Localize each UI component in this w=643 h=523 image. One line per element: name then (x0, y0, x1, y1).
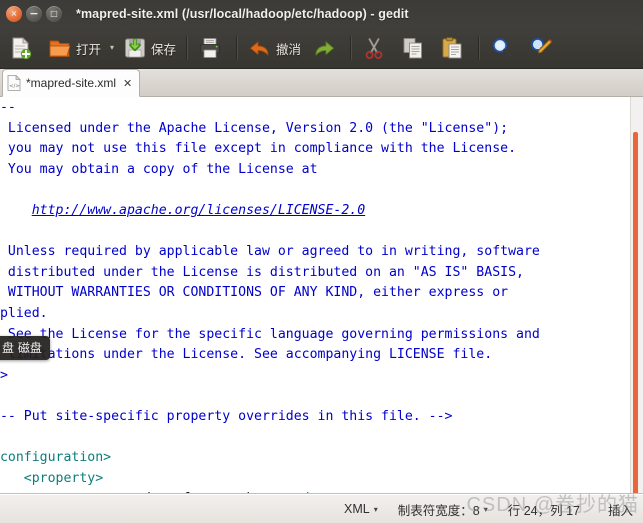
paste-button[interactable] (435, 31, 473, 65)
tab-width-chevron-down-icon: ▾ (483, 504, 488, 514)
code-line: You may obtain a copy of the License at (0, 160, 643, 181)
open-label: 打开 (76, 42, 102, 57)
title-bar: × − □ *mapred-site.xml (/usr/local/hadoo… (0, 0, 643, 28)
minimize-window-button[interactable]: − (26, 6, 42, 22)
code-line: http://www.apache.org/licenses/LICENSE-2… (0, 201, 643, 222)
code-segment: distributed under the License is distrib… (0, 264, 524, 280)
xml-file-icon: </> (7, 75, 21, 91)
code-line: Licensed under the Apache License, Versi… (0, 119, 643, 140)
code-segment: Unless required by applicable law or agr… (0, 244, 540, 260)
disk-tooltip: 盘 磁盘 (0, 336, 50, 360)
printer-icon (200, 38, 220, 58)
code-segment: -> (0, 367, 8, 383)
code-segment: You may obtain a copy of the License at (0, 161, 318, 177)
new-document-button[interactable] (4, 31, 42, 65)
tab-width-label: 制表符宽度：8 (397, 503, 480, 518)
code-segment: Licensed under the Apache License, Versi… (0, 120, 509, 136)
code-segment: <property> (0, 470, 104, 486)
window-controls: × − □ (0, 6, 62, 22)
close-window-button[interactable]: × (6, 6, 22, 22)
redo-arrow-icon (315, 41, 335, 56)
search-replace-icon (531, 37, 553, 55)
code-segment: See the License for the specific languag… (0, 326, 540, 342)
new-document-icon (12, 37, 32, 60)
code-segment: you may not use this file except in comp… (0, 141, 517, 157)
language-selector[interactable]: XML ▾ (334, 502, 388, 516)
code-line: <configuration> (0, 448, 643, 469)
copy-button[interactable] (396, 31, 434, 65)
status-bar: XML ▾ 制表符宽度：8 ▾ 行 24，列 17 插入 (0, 494, 643, 523)
scrollbar-trough[interactable] (630, 97, 643, 493)
language-chevron-down-icon: ▾ (373, 504, 378, 514)
open-dropdown-arrow-icon[interactable]: ▾ (107, 44, 117, 52)
undo-arrow-icon (250, 41, 269, 56)
tab-width-selector[interactable]: 制表符宽度：8 ▾ (388, 500, 498, 519)
code-line: Unless required by applicable law or agr… (0, 242, 643, 263)
find-replace-button[interactable] (524, 31, 562, 65)
save-disk-icon (125, 38, 146, 58)
code-line: limitations under the License. See accom… (0, 345, 643, 366)
svg-text:</>: </> (9, 84, 20, 90)
maximize-window-button[interactable]: □ (46, 6, 62, 22)
toolbar-separator-4 (478, 36, 481, 60)
code-line: <property> (0, 469, 643, 490)
code-segment: WITHOUT WARRANTIES OR CONDITIONS OF ANY … (0, 285, 509, 301)
code-line: mplied. (0, 304, 643, 325)
code-segment: :-- (0, 100, 16, 115)
window-title: *mapred-site.xml (/usr/local/hadoop/etc/… (76, 7, 409, 21)
code-segment: http://www.apache.org/licenses/LICENSE-2… (31, 202, 366, 218)
undo-button[interactable]: 撤消 (243, 31, 306, 65)
toolbar: 打开 ▾ 保存 撤消 (0, 28, 643, 69)
find-button[interactable] (485, 31, 523, 65)
gedit-window: × − □ *mapred-site.xml (/usr/local/hadoo… (0, 0, 643, 523)
close-icon: × (10, 9, 18, 18)
code-segment: mplied. (0, 305, 48, 321)
vertical-scrollbar-thumb[interactable] (633, 132, 638, 493)
toolbar-separator-1 (186, 36, 189, 60)
code-line: WITHOUT WARRANTIES OR CONDITIONS OF ANY … (0, 283, 643, 304)
minimize-icon: − (29, 6, 39, 20)
code-text[interactable]: :-- Licensed under the Apache License, V… (0, 97, 643, 493)
copy-icon (403, 38, 423, 59)
toolbar-separator-3 (350, 36, 353, 60)
save-label: 保存 (151, 42, 177, 57)
cut-button[interactable] (357, 31, 395, 65)
code-segment: <configuration> (0, 450, 112, 466)
editor-area[interactable]: :-- Licensed under the Apache License, V… (0, 97, 643, 494)
undo-label: 撤消 (276, 42, 302, 57)
insert-mode-indicator: 插入 (607, 503, 633, 518)
search-magnifier-icon (492, 38, 513, 58)
open-folder-icon (49, 40, 71, 57)
code-line: :-- Put site-specific property overrides… (0, 407, 643, 428)
scissors-icon (365, 38, 383, 59)
maximize-icon: □ (50, 9, 58, 18)
code-line: :-- (0, 98, 643, 119)
save-button[interactable]: 保存 (118, 31, 181, 65)
cursor-position: 行 24，列 17 (507, 503, 580, 518)
redo-button[interactable] (307, 31, 345, 65)
paste-clipboard-icon (442, 37, 462, 59)
print-button[interactable] (193, 31, 231, 65)
code-line: -> (0, 366, 643, 387)
open-button[interactable]: 打开 (43, 31, 106, 65)
code-line: distributed under the License is distrib… (0, 263, 643, 284)
code-line: See the License for the specific languag… (0, 325, 643, 346)
toolbar-separator-2 (236, 36, 239, 60)
code-segment: :-- Put site-specific property overrides… (0, 408, 453, 424)
code-line: you may not use this file except in comp… (0, 139, 643, 160)
tab-close-icon[interactable]: ✕ (123, 77, 132, 90)
language-label: XML (344, 502, 370, 516)
tab-mapred-site-xml[interactable]: </> *mapred-site.xml ✕ (2, 69, 141, 97)
tab-bar: </> *mapred-site.xml ✕ (0, 69, 643, 97)
code-segment: limitations under the License. See accom… (0, 347, 493, 363)
tab-title: *mapred-site.xml (26, 76, 117, 90)
